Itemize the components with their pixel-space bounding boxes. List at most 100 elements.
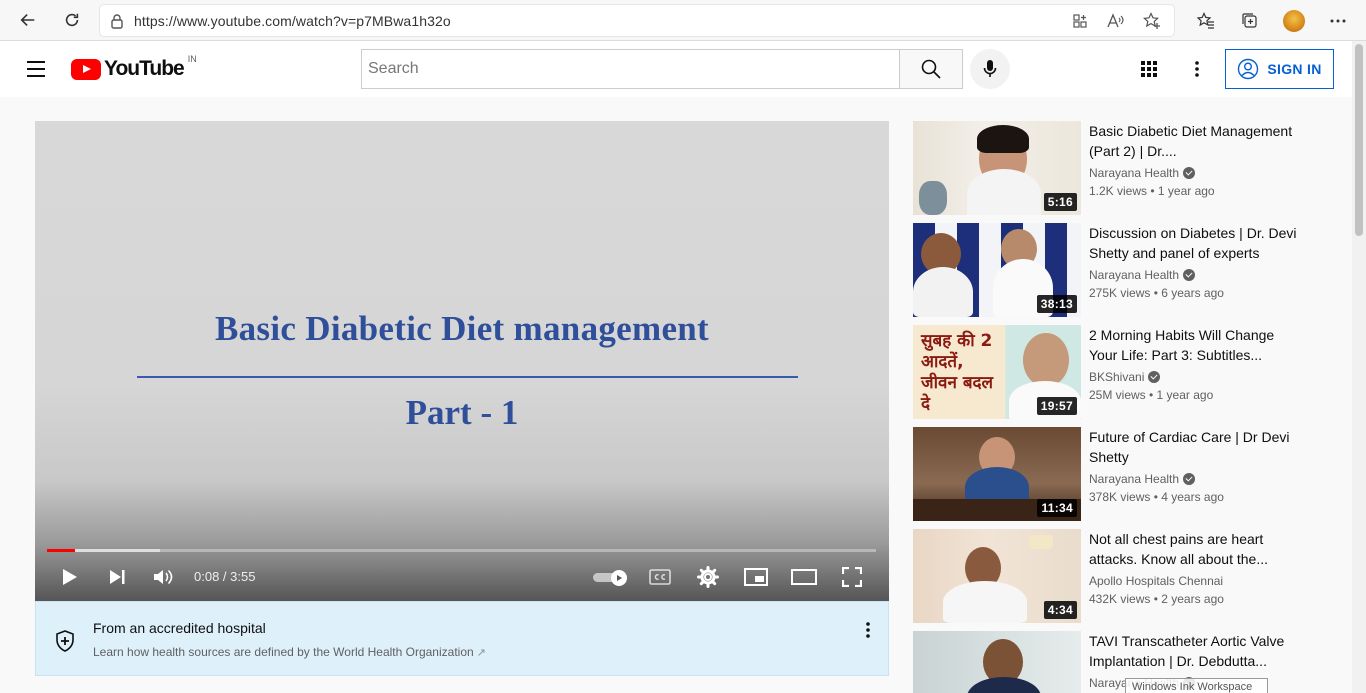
refresh-button[interactable] [52, 0, 92, 40]
video-duration: 4:34 [1043, 601, 1077, 619]
health-source-title: From an accredited hospital [93, 620, 266, 636]
play-button[interactable] [52, 559, 88, 595]
read-aloud-icon[interactable] [1102, 7, 1130, 35]
thumbnail-hair [977, 125, 1029, 153]
browser-menu-button[interactable] [1318, 1, 1358, 41]
add-favorite-icon[interactable] [1138, 7, 1166, 35]
channel-name[interactable]: Narayana Health [1089, 472, 1196, 486]
player-controls: 0:08 / 3:55 [35, 559, 889, 595]
recommendation-item[interactable]: 4:34 Not all chest pains are heart attac… [913, 529, 1333, 623]
channel-name-text[interactable]: Apollo Hospitals Chennai [1089, 574, 1223, 588]
video-player[interactable]: Basic Diabetic Diet management Part - 1 … [35, 121, 889, 601]
miniplayer-icon [744, 568, 768, 586]
hamburger-line [27, 68, 45, 70]
settings-button[interactable] [690, 559, 726, 595]
video-duration: 5:16 [1043, 193, 1077, 211]
volume-icon [154, 569, 173, 585]
video-title[interactable]: TAVI Transcatheter Aortic Valve Implanta… [1089, 631, 1305, 671]
channel-name[interactable]: Narayana Health [1089, 268, 1196, 282]
video-thumbnail[interactable]: 5:16 [913, 121, 1081, 215]
fullscreen-icon [842, 567, 862, 587]
video-title[interactable]: Discussion on Diabetes | Dr. Devi Shetty… [1089, 223, 1305, 263]
ganesha-avatar-icon [1283, 9, 1305, 32]
health-source-link[interactable]: Learn how health sources are defined by … [93, 645, 486, 659]
app-available-icon[interactable] [1066, 7, 1094, 35]
channel-name-text[interactable]: Narayana Health [1089, 472, 1179, 486]
collections-icon[interactable] [1230, 1, 1270, 41]
logo-text: YouTube [104, 57, 185, 80]
video-title[interactable]: Future of Cardiac Care | Dr Devi Shetty [1089, 427, 1305, 467]
skip-next-icon [110, 570, 125, 584]
recommendation-item[interactable]: 5:16 Basic Diabetic Diet Management (Par… [913, 121, 1333, 215]
more-vertical-icon [1195, 61, 1199, 77]
theater-mode-button[interactable] [786, 559, 822, 595]
youtube-play-logo-icon [71, 58, 101, 80]
search-box[interactable] [361, 49, 900, 89]
guide-menu-button[interactable] [20, 53, 52, 85]
url-text[interactable]: https://www.youtube.com/watch?v=p7MBwa1h… [134, 13, 451, 29]
favorites-icon[interactable] [1186, 1, 1226, 41]
verified-badge-icon [1183, 167, 1196, 179]
search-button[interactable] [899, 49, 963, 89]
progress-bar[interactable] [47, 549, 876, 552]
back-arrow-icon [20, 14, 35, 26]
recommendation-item[interactable]: 38:13 Discussion on Diabetes | Dr. Devi … [913, 223, 1333, 317]
external-link-icon[interactable]: ↗ [477, 647, 486, 659]
video-meta: 378K views • 4 years ago [1089, 490, 1224, 504]
more-vertical-icon [866, 622, 870, 638]
video-thumbnail[interactable] [913, 631, 1081, 693]
more-horizontal-icon [1330, 19, 1346, 22]
video-thumbnail[interactable]: सुबह की 2 आदतें, जीवन बदल दे 19:57 [913, 325, 1081, 419]
verified-badge-icon [1183, 473, 1196, 485]
recommendation-item[interactable]: सुबह की 2 आदतें, जीवन बदल दे 19:57 2 Mor… [913, 325, 1333, 419]
windows-ink-workspace-overlay[interactable]: Windows Ink Workspace [1125, 678, 1268, 693]
scrollbar-thumb[interactable] [1355, 44, 1363, 236]
video-meta: 25M views • 1 year ago [1089, 388, 1214, 402]
recommendation-item[interactable]: TAVI Transcatheter Aortic Valve Implanta… [913, 631, 1333, 693]
verified-badge-icon [1183, 269, 1196, 281]
address-bar[interactable]: https://www.youtube.com/watch?v=p7MBwa1h… [100, 5, 1174, 36]
recommendation-item[interactable]: 11:34 Future of Cardiac Care | Dr Devi S… [913, 427, 1333, 521]
sign-in-button[interactable]: SIGN IN [1225, 49, 1334, 89]
next-button[interactable] [99, 559, 135, 595]
mute-button[interactable] [146, 559, 182, 595]
voice-search-button[interactable] [970, 49, 1010, 89]
video-meta: 1.2K views • 1 year ago [1089, 184, 1215, 198]
lock-icon[interactable] [100, 13, 134, 29]
video-thumbnail[interactable]: 11:34 [913, 427, 1081, 521]
search-input[interactable] [368, 60, 900, 78]
health-source-subtitle[interactable]: Learn how health sources are defined by … [93, 645, 474, 659]
video-title[interactable]: 2 Morning Habits Will Change Your Life: … [1089, 325, 1305, 365]
video-title[interactable]: Basic Diabetic Diet Management (Part 2) … [1089, 121, 1305, 161]
theater-mode-icon [791, 569, 817, 585]
autoplay-toggle[interactable] [593, 570, 629, 586]
youtube-logo[interactable]: YouTube IN [71, 54, 197, 81]
channel-name-text[interactable]: Narayana Health [1089, 166, 1179, 180]
video-thumbnail[interactable]: 4:34 [913, 529, 1081, 623]
channel-name-text[interactable]: Narayana Health [1089, 268, 1179, 282]
thumbnail-hindi-text: सुबह की 2 आदतें, जीवन बदल दे [921, 331, 994, 414]
health-panel-menu-button[interactable] [856, 618, 880, 642]
country-code: IN [187, 54, 197, 64]
slide-title: Basic Diabetic Diet management [214, 309, 710, 348]
fullscreen-button[interactable] [834, 559, 870, 595]
thumbnail-person [1023, 333, 1069, 387]
play-icon [63, 569, 77, 585]
settings-menu-button[interactable] [1181, 53, 1213, 85]
channel-name-text[interactable]: BKShivani [1089, 370, 1144, 384]
microphone-icon [983, 60, 997, 77]
video-meta: 432K views • 2 years ago [1089, 592, 1224, 606]
youtube-apps-button[interactable] [1133, 53, 1165, 85]
video-title[interactable]: Not all chest pains are heart attacks. K… [1089, 529, 1305, 569]
video-thumbnail[interactable]: 38:13 [913, 223, 1081, 317]
closed-captions-icon [649, 569, 671, 585]
verified-badge-icon [1148, 371, 1161, 383]
back-button[interactable] [8, 0, 48, 40]
profile-avatar[interactable] [1274, 1, 1314, 41]
subtitles-button[interactable] [642, 559, 678, 595]
miniplayer-button[interactable] [738, 559, 774, 595]
page-scrollbar[interactable] [1352, 41, 1366, 693]
channel-name[interactable]: BKShivani [1089, 370, 1161, 384]
channel-name[interactable]: Narayana Health [1089, 166, 1196, 180]
channel-name[interactable]: Apollo Hospitals Chennai [1089, 574, 1223, 588]
